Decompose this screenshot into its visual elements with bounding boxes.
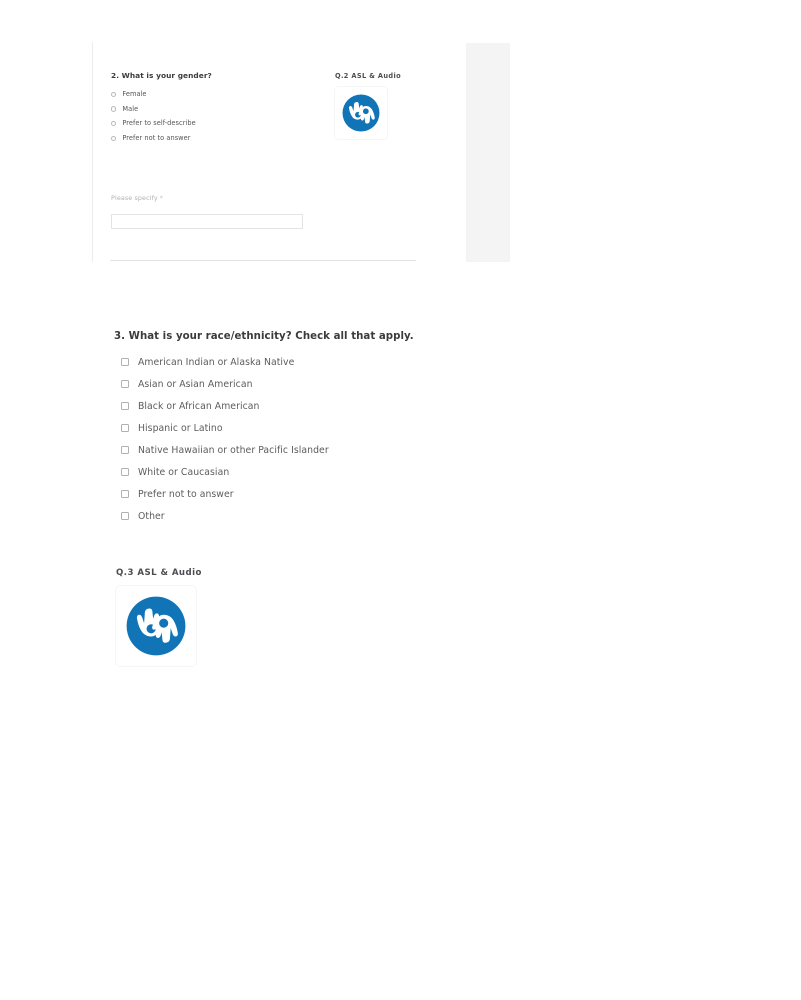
radio-option-label: Male xyxy=(122,104,139,113)
asl-interpreting-icon[interactable] xyxy=(335,87,387,139)
checkbox-square-icon[interactable] xyxy=(121,380,129,389)
radio-circle-icon[interactable] xyxy=(111,135,117,141)
checkbox-option-label: White or Caucasian xyxy=(138,466,230,478)
checkbox-option-label: Asian or Asian American xyxy=(138,378,253,390)
checkbox-option-american-indian[interactable]: American Indian or Alaska Native xyxy=(114,351,514,373)
checkbox-option-label: Prefer not to answer xyxy=(138,488,234,500)
checkbox-option-label: Other xyxy=(138,510,165,522)
question-2-asl-title: Q.2 ASL & Audio xyxy=(335,72,401,80)
radio-circle-icon[interactable] xyxy=(111,91,117,98)
checkbox-square-icon[interactable] xyxy=(121,468,129,477)
question-2-card: 2. What is your gender? Female Male Pref… xyxy=(92,42,416,262)
checkbox-option-other[interactable]: Other xyxy=(114,505,514,527)
race-ethnicity-checkbox-group: American Indian or Alaska Native Asian o… xyxy=(114,351,514,527)
radio-option-label: Female xyxy=(122,90,147,99)
checkbox-square-icon[interactable] xyxy=(121,490,129,499)
checkbox-option-hispanic[interactable]: Hispanic or Latino xyxy=(114,417,514,439)
checkbox-option-asian[interactable]: Asian or Asian American xyxy=(114,373,514,395)
checkbox-option-white[interactable]: White or Caucasian xyxy=(114,461,514,483)
please-specify-label-text: Please specify xyxy=(111,194,158,202)
checkbox-option-black[interactable]: Black or African American xyxy=(114,395,514,417)
checkbox-square-icon[interactable] xyxy=(121,512,129,521)
asl-interpreting-icon[interactable] xyxy=(116,586,196,666)
checkbox-option-label: Hispanic or Latino xyxy=(138,422,223,434)
please-specify-block: Please specify * xyxy=(111,194,351,229)
checkbox-square-icon[interactable] xyxy=(121,446,129,455)
checkbox-option-native-hawaiian[interactable]: Native Hawaiian or other Pacific Islande… xyxy=(114,439,514,461)
question-3-asl-media: Q.3 ASL & Audio xyxy=(116,568,236,666)
question-3-asl-title: Q.3 ASL & Audio xyxy=(116,568,202,578)
radio-circle-icon[interactable] xyxy=(111,106,117,112)
please-specify-label: Please specify * xyxy=(111,194,351,202)
required-asterisk: * xyxy=(159,194,163,202)
checkbox-option-prefer-not-to-answer[interactable]: Prefer not to answer xyxy=(114,483,514,505)
checkbox-option-label: Native Hawaiian or other Pacific Islande… xyxy=(138,444,329,456)
question-3-heading: 3. What is your race/ethnicity? Check al… xyxy=(114,331,414,342)
survey-page: 2. What is your gender? Female Male Pref… xyxy=(0,0,801,1000)
checkbox-square-icon[interactable] xyxy=(121,402,129,411)
right-side-panel xyxy=(466,43,510,262)
radio-option-label: Prefer not to answer xyxy=(122,133,191,142)
radio-option-label: Prefer to self-describe xyxy=(122,119,196,128)
question-3-block: 3. What is your race/ethnicity? Check al… xyxy=(114,331,514,527)
checkbox-square-icon[interactable] xyxy=(121,424,129,433)
question-2-asl-media: Q.2 ASL & Audio xyxy=(335,72,415,139)
section-divider xyxy=(110,260,416,261)
checkbox-option-label: Black or African American xyxy=(138,400,260,412)
radio-circle-icon[interactable] xyxy=(111,120,117,127)
checkbox-option-label: American Indian or Alaska Native xyxy=(138,356,295,368)
checkbox-square-icon[interactable] xyxy=(121,358,129,367)
please-specify-input[interactable] xyxy=(111,213,303,229)
